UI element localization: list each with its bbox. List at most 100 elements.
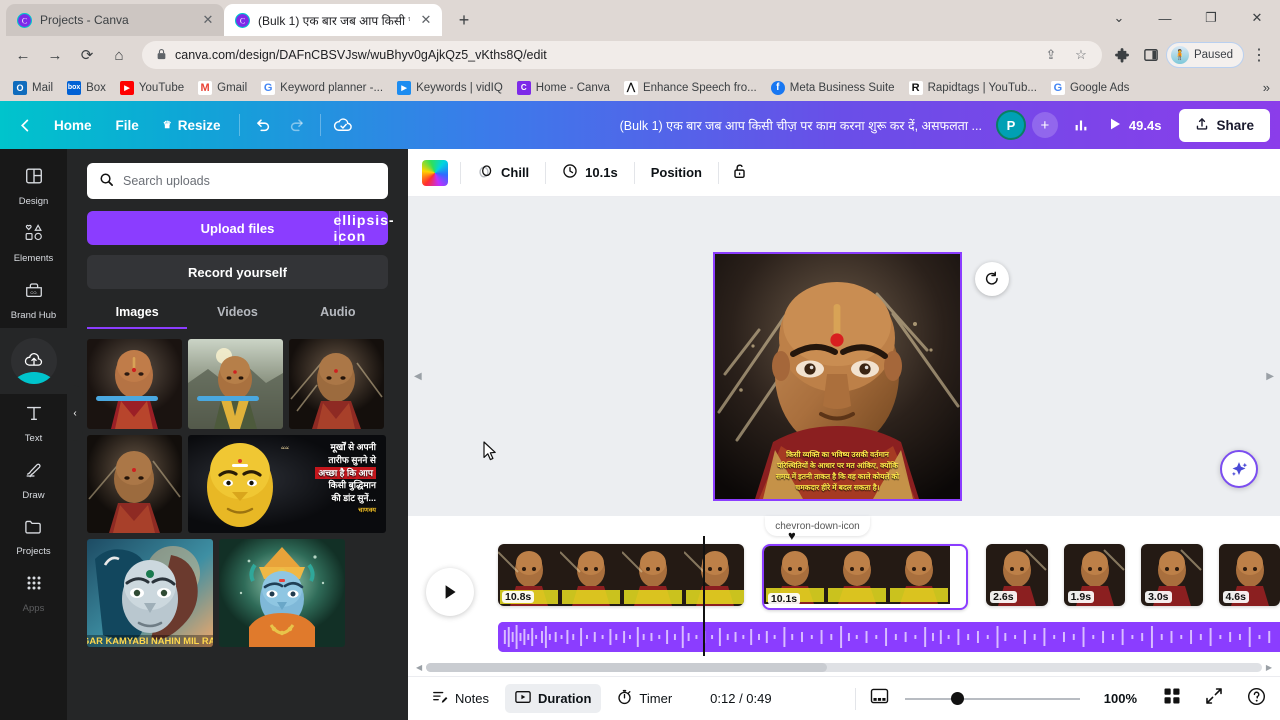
upload-thumbnail[interactable]	[219, 539, 345, 647]
upload-thumbnail[interactable]: AGAR KAMYABI NAHIN MIL RAHI	[87, 539, 213, 647]
minimize-button[interactable]: —	[1142, 0, 1188, 36]
bookmark-home-canva[interactable]: C Home - Canva	[510, 78, 617, 98]
upload-thumbnail[interactable]	[87, 339, 182, 429]
tab-close-icon[interactable]: ✕	[200, 12, 216, 28]
tab-images[interactable]: Images	[87, 305, 188, 329]
collapse-panel-button[interactable]: ‹	[67, 385, 83, 441]
playhead[interactable]	[703, 536, 705, 656]
design-stage[interactable]: किसी व्यक्ति का भविष्य उसकी वर्तमान परिस…	[408, 197, 1280, 516]
share-button[interactable]: Share	[1179, 108, 1270, 142]
cloud-saved-icon[interactable]	[327, 108, 361, 142]
expand-icon[interactable]	[1205, 687, 1223, 710]
scrollbar-track[interactable]	[426, 663, 1262, 672]
clip-group-1[interactable]: 10.8s	[498, 544, 744, 606]
selected-image-element[interactable]: किसी व्यक्ति का भविष्य उसकी वर्तमान परिस…	[713, 252, 1009, 501]
back-button[interactable]: ←	[8, 40, 38, 70]
grid-view-icon[interactable]	[1163, 687, 1181, 710]
zoom-slider[interactable]	[904, 692, 1080, 706]
audio-track[interactable]	[498, 622, 1280, 652]
profile-button[interactable]: 🧍 Paused	[1165, 42, 1244, 68]
stage-scroll-right-icon[interactable]: ▶	[1266, 371, 1274, 382]
magic-sparkle-icon[interactable]	[1220, 450, 1258, 488]
resize-button[interactable]: ♛ Resize	[151, 112, 233, 139]
browser-tab-projects[interactable]: C Projects - Canva ✕	[6, 4, 224, 36]
sidebar-item-brand-hub[interactable]: CO. Brand Hub	[0, 271, 67, 328]
file-menu-button[interactable]: File	[104, 112, 151, 139]
help-icon[interactable]	[1247, 687, 1266, 711]
clip-group-2[interactable]: 10.1s	[761, 544, 969, 610]
timeline-expand-button[interactable]: chevron-down-icon	[765, 516, 870, 536]
star-icon[interactable]: ☆	[1070, 44, 1092, 66]
clip-3[interactable]: 2.6s	[986, 544, 1048, 606]
kebab-menu-icon[interactable]: ⋮	[1246, 42, 1272, 68]
maximize-button[interactable]: ❐	[1188, 0, 1234, 36]
upload-thumbnail[interactable]	[188, 339, 283, 429]
undo-icon[interactable]	[246, 108, 280, 142]
ellipsis-icon[interactable]: ellipsis-icon	[333, 211, 394, 245]
animation-button[interactable]: Chill	[465, 157, 541, 189]
sidebar-item-projects[interactable]: Projects	[0, 508, 67, 564]
timer-button[interactable]: Timer	[607, 683, 682, 714]
pages-icon[interactable]	[870, 688, 889, 709]
tab-audio[interactable]: Audio	[288, 305, 388, 329]
bookmark-gmail[interactable]: M Gmail	[191, 78, 254, 98]
sidebar-item-draw[interactable]: Draw	[0, 451, 67, 508]
clip-frame[interactable]	[560, 544, 622, 606]
heart-marker-icon[interactable]: ♥	[788, 528, 796, 543]
slider-knob[interactable]	[950, 692, 964, 705]
rainbow-color-icon[interactable]	[422, 159, 448, 186]
bar-chart-icon[interactable]	[1064, 108, 1098, 142]
upload-thumbnail-quote-card[interactable]: ““ मूर्खों से अपनी तारीफ सुनने से अच्छा …	[188, 435, 386, 533]
home-button[interactable]: ⌂	[104, 40, 134, 70]
reload-button[interactable]: ⟳	[72, 40, 102, 70]
preview-play-button[interactable]: 49.4s	[1098, 111, 1172, 140]
sidebar-item-design[interactable]: Design	[0, 157, 67, 214]
add-collaborator-button[interactable]: +	[1031, 112, 1058, 138]
record-yourself-button[interactable]: Record yourself	[87, 255, 388, 289]
clip-6[interactable]: 4.6s	[1218, 544, 1280, 606]
bookmark-google-ads[interactable]: G Google Ads	[1044, 78, 1136, 98]
close-window-button[interactable]: ✕	[1234, 0, 1280, 36]
clip-5[interactable]: 3.0s	[1141, 544, 1203, 606]
upload-thumbnail[interactable]	[87, 435, 182, 533]
new-tab-button[interactable]: +	[450, 6, 478, 34]
clip-frame[interactable]	[684, 544, 744, 606]
notes-button[interactable]: Notes	[422, 683, 499, 714]
position-button[interactable]: Position	[639, 159, 714, 186]
address-bar[interactable]: canva.com/design/DAFnCBSVJsw/wuBhyv0gAjk…	[142, 41, 1102, 69]
clip-frame[interactable]	[825, 546, 888, 608]
bookmark-meta-business[interactable]: f Meta Business Suite	[764, 78, 902, 98]
timeline-play-button[interactable]	[426, 568, 474, 616]
duration-button[interactable]: Duration	[504, 684, 602, 713]
tab-search-icon[interactable]: ⌄	[1096, 0, 1142, 36]
bookmark-youtube[interactable]: ▶ YouTube	[113, 78, 191, 98]
chevron-left-icon[interactable]	[8, 108, 42, 142]
sidepanel-icon[interactable]	[1138, 42, 1164, 68]
bookmark-box[interactable]: box Box	[60, 78, 113, 98]
bookmarks-overflow-button[interactable]: »	[1263, 80, 1274, 95]
tab-videos[interactable]: Videos	[187, 305, 287, 329]
rotate-handle[interactable]	[975, 262, 1009, 296]
lock-button[interactable]	[723, 156, 756, 189]
bookmark-rapidtags[interactable]: R Rapidtags | YouTub...	[902, 78, 1044, 98]
redo-icon[interactable]	[280, 108, 314, 142]
forward-button[interactable]: →	[40, 40, 70, 70]
share-icon[interactable]: ⇪	[1040, 44, 1062, 66]
puzzle-icon[interactable]	[1110, 42, 1136, 68]
clip-4[interactable]: 1.9s	[1063, 544, 1126, 606]
stage-scroll-left-icon[interactable]: ◀	[414, 371, 422, 382]
sidebar-item-text[interactable]: Text	[0, 394, 67, 451]
clip-frame[interactable]	[622, 544, 684, 606]
scroll-left-icon[interactable]: ◀	[416, 663, 422, 672]
timing-button[interactable]: 10.1s	[550, 157, 630, 188]
bookmark-enhance-speech[interactable]: ⋀ Enhance Speech fro...	[617, 78, 764, 98]
scroll-right-icon[interactable]: ▶	[1266, 663, 1272, 672]
sidebar-item-elements[interactable]: Elements	[0, 214, 67, 271]
sidebar-item-uploads[interactable]	[0, 328, 67, 394]
bookmark-vidiq[interactable]: ▶ Keywords | vidIQ	[390, 78, 510, 98]
upload-files-button[interactable]: Upload files ellipsis-icon	[87, 211, 394, 245]
tab-close-icon[interactable]: ✕	[418, 12, 434, 28]
timeline-scrollbar[interactable]: ◀ ▶	[416, 663, 1272, 672]
search-input[interactable]: Search uploads	[87, 163, 388, 199]
upload-thumbnail[interactable]	[289, 339, 384, 429]
